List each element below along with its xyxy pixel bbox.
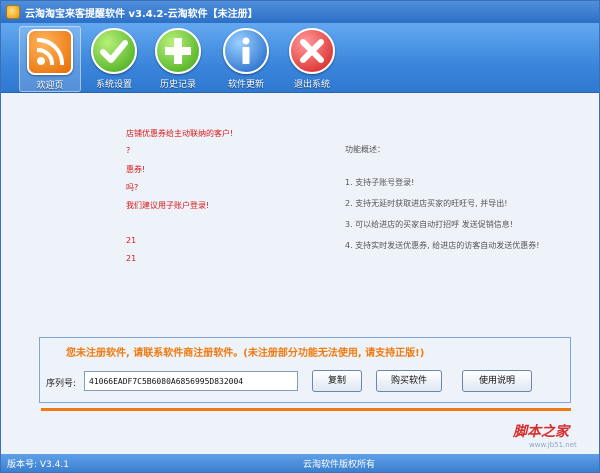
- title-bar[interactable]: 云淘淘宝来客提醒软件 v3.4.2-云淘软件【未注册】: [1, 1, 599, 23]
- window-title: 云淘淘宝来客提醒软件 v3.4.2-云淘软件【未注册】: [25, 9, 258, 20]
- feature-item: 3. 可以给进店的买家自动打招呼 发送促销信息!: [345, 220, 513, 229]
- info-icon: [223, 28, 269, 74]
- feature-heading: 功能概述：: [345, 145, 385, 154]
- unregistered-notice: 您未注册软件, 请联系软件商注册软件。(未注册部分功能无法使用, 请支持正版!): [66, 348, 425, 359]
- feature-item: 1. 支持子账号登录!: [345, 178, 415, 187]
- serial-label: 序列号:: [46, 379, 77, 389]
- toolbar-settings-label: 系统设置: [95, 80, 132, 90]
- log-line: 21: [126, 236, 137, 245]
- serial-number-field[interactable]: [84, 371, 298, 391]
- toolbar-update-button[interactable]: 软件更新: [215, 26, 277, 92]
- toolbar-history-button[interactable]: 历史记录: [147, 26, 209, 92]
- toolbar-settings-button[interactable]: 系统设置: [83, 26, 145, 92]
- close-icon: [289, 28, 335, 74]
- rss-icon: [27, 29, 73, 75]
- log-line: 21: [126, 254, 137, 263]
- log-line: 惠券!: [126, 165, 146, 174]
- feature-item: 4. 支持实时发送优惠券, 给进店的访客自动发送优惠券!: [345, 241, 540, 250]
- status-bar: 版本号: V3.4.1 云淘软件版权所有: [1, 454, 599, 472]
- copy-button[interactable]: 复制: [312, 370, 362, 392]
- divider: [41, 408, 571, 411]
- toolbar-history-label: 历史记录: [159, 80, 196, 90]
- toolbar-welcome-label: 欢迎页: [36, 81, 64, 91]
- checkmark-icon: [91, 28, 137, 74]
- watermark-text: 脚本之家: [513, 424, 569, 440]
- app-logo-icon: [6, 5, 20, 19]
- toolbar-exit-label: 退出系统: [293, 80, 330, 90]
- version-label: 版本号: V3.4.1: [7, 460, 69, 470]
- watermark-url: www.jb51.net: [529, 441, 577, 449]
- buy-software-button[interactable]: 购买软件: [376, 370, 442, 392]
- feature-item: 2. 支持无延时获取进店买家的旺旺号, 并导出!: [345, 199, 508, 208]
- log-line: 我们建议用子账户登录!: [126, 201, 210, 210]
- user-guide-button[interactable]: 使用说明: [462, 370, 532, 392]
- toolbar-welcome-button[interactable]: 欢迎页: [19, 26, 81, 92]
- toolbar-update-label: 软件更新: [227, 80, 264, 90]
- toolbar-exit-button[interactable]: 退出系统: [281, 26, 343, 92]
- log-line: ?: [126, 146, 131, 155]
- main-toolbar: 欢迎页 系统设置 历史记录 软件更新 退出系统: [1, 23, 599, 93]
- app-window: 云淘淘宝来客提醒软件 v3.4.2-云淘软件【未注册】 欢迎页 系统设置 历史记…: [0, 0, 600, 473]
- log-line: 店铺优惠券给主动联纳的客户!: [126, 129, 234, 138]
- copyright-label: 云淘软件版权所有: [303, 460, 376, 470]
- log-line: 吗?: [126, 183, 139, 192]
- welcome-page: 店铺优惠券给主动联纳的客户! ? 惠券! 吗? 我们建议用子账户登录! 21 2…: [1, 94, 599, 454]
- registration-panel: 您未注册软件, 请联系软件商注册软件。(未注册部分功能无法使用, 请支持正版!)…: [39, 337, 571, 403]
- plus-icon: [155, 28, 201, 74]
